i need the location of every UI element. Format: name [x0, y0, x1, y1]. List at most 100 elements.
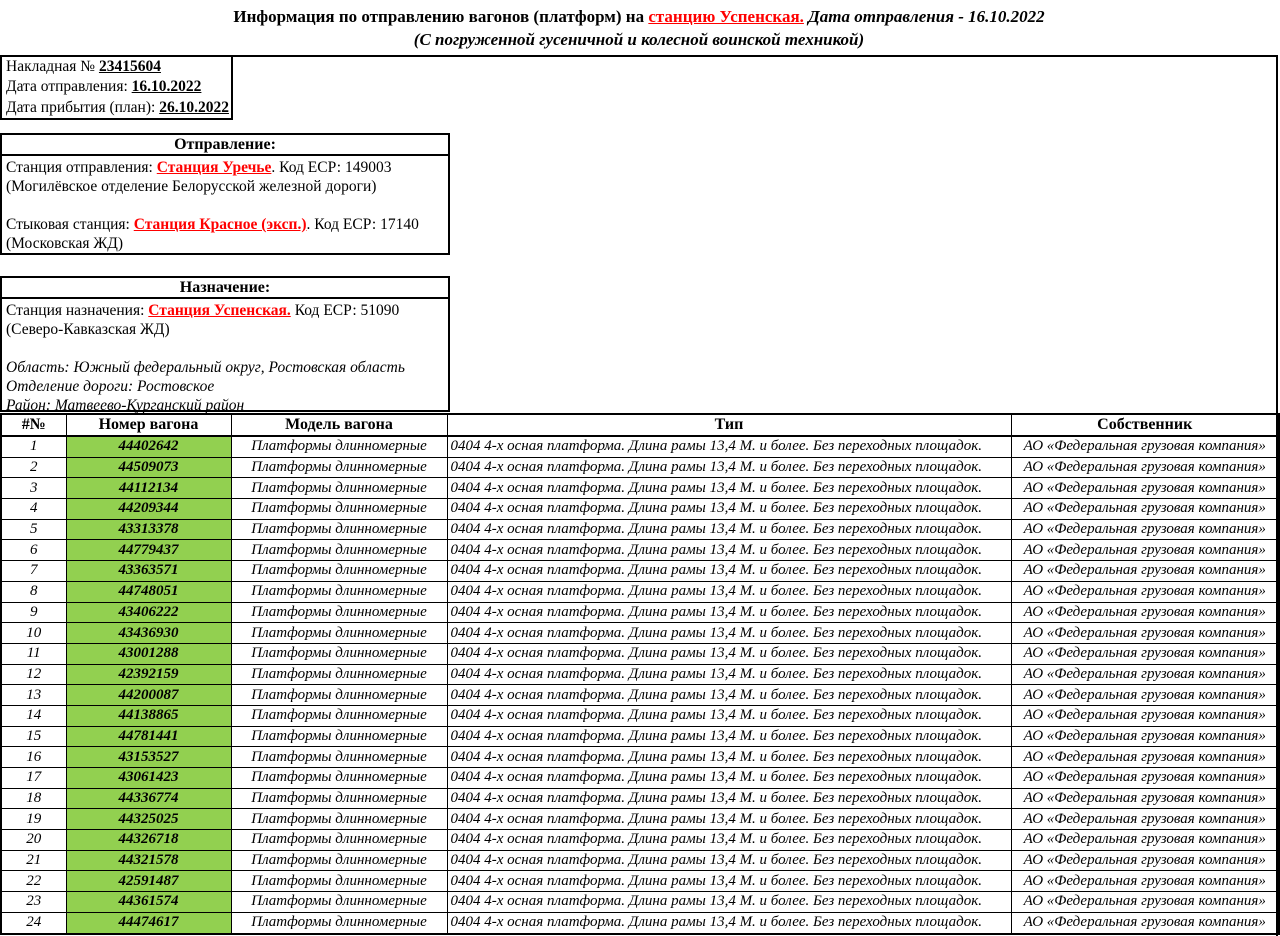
title-station-link[interactable]: станцию Успенская.	[648, 7, 804, 26]
table-row: 2044326718Платформы длинномерные0404 4-х…	[1, 830, 1279, 851]
wagon-owner-cell: АО «Федеральная грузовая компания»	[1011, 726, 1279, 747]
table-row: 244509073Платформы длинномерные0404 4-х …	[1, 457, 1279, 478]
wagon-model-cell: Платформы длинномерные	[231, 768, 447, 789]
row-index-cell: 20	[1, 830, 66, 851]
document-title-block: Информация по отправлению вагонов (платф…	[0, 0, 1278, 57]
row-index-cell: 5	[1, 519, 66, 540]
page-right-border	[1276, 57, 1278, 936]
wagon-model-cell: Платформы длинномерные	[231, 519, 447, 540]
col-header-wagon-number: Номер вагона	[66, 414, 231, 436]
title-departure-date: Дата отправления - 16.10.2022	[804, 7, 1045, 26]
col-header-owner: Собственник	[1011, 414, 1279, 436]
row-index-cell: 24	[1, 912, 66, 933]
row-index-cell: 15	[1, 726, 66, 747]
wagon-owner-cell: АО «Федеральная грузовая компания»	[1011, 788, 1279, 809]
title-text-lead: Информация по отправлению вагонов (платф…	[233, 7, 648, 26]
waybill-arrival-value: 26.10.2022	[159, 99, 229, 116]
wagon-number-cell: 44781441	[66, 726, 231, 747]
wagon-number-cell: 44321578	[66, 850, 231, 871]
wagon-table: #№ Номер вагона Модель вагона Тип Собств…	[0, 413, 1280, 935]
wagon-number-cell: 43001288	[66, 643, 231, 664]
table-row: 1643153527Платформы длинномерные0404 4-х…	[1, 747, 1279, 768]
wagon-model-cell: Платформы длинномерные	[231, 581, 447, 602]
row-index-cell: 3	[1, 478, 66, 499]
row-index-cell: 6	[1, 540, 66, 561]
wagon-owner-cell: АО «Федеральная грузовая компания»	[1011, 602, 1279, 623]
junction-station-label: Стыковая станция:	[6, 216, 134, 233]
wagon-type-cell: 0404 4-х осная платформа. Длина рамы 13,…	[447, 664, 1011, 685]
junction-station-link[interactable]: Станция Красное (эксп.)	[134, 216, 307, 233]
departure-box-header: Отправление:	[2, 135, 448, 156]
destination-division-line: Отделение дороги: Ростовское	[6, 377, 444, 396]
destination-box-body: Станция назначения: Станция Успенская. К…	[2, 299, 448, 415]
wagon-type-cell: 0404 4-х осная платформа. Длина рамы 13,…	[447, 478, 1011, 499]
wagon-type-cell: 0404 4-х осная платформа. Длина рамы 13,…	[447, 540, 1011, 561]
wagon-number-cell: 44361574	[66, 892, 231, 913]
row-index-cell: 16	[1, 747, 66, 768]
row-index-cell: 11	[1, 643, 66, 664]
wagon-model-cell: Платформы длинномерные	[231, 892, 447, 913]
wagon-number-cell: 44209344	[66, 499, 231, 520]
waybill-number-value: 23415604	[99, 58, 161, 75]
table-row: 1143001288Платформы длинномерные0404 4-х…	[1, 643, 1279, 664]
wagon-model-cell: Платформы длинномерные	[231, 664, 447, 685]
wagon-owner-cell: АО «Федеральная грузовая компания»	[1011, 830, 1279, 851]
wagon-type-cell: 0404 4-х осная платформа. Длина рамы 13,…	[447, 912, 1011, 933]
waybill-number-line: Накладная № 23415604	[6, 57, 231, 77]
wagon-type-cell: 0404 4-х осная платформа. Длина рамы 13,…	[447, 499, 1011, 520]
destination-station-link[interactable]: Станция Успенская.	[148, 302, 291, 319]
row-index-cell: 22	[1, 871, 66, 892]
title-line-2: (С погруженной гусеничной и колесной вои…	[0, 27, 1278, 50]
row-index-cell: 7	[1, 561, 66, 582]
departure-station-link[interactable]: Станция Уречье	[157, 159, 272, 176]
row-index-cell: 2	[1, 457, 66, 478]
table-row: 2242591487Платформы длинномерные0404 4-х…	[1, 871, 1279, 892]
wagon-model-cell: Платформы длинномерные	[231, 705, 447, 726]
departure-station-label: Станция отправления:	[6, 159, 157, 176]
wagon-owner-cell: АО «Федеральная грузовая компания»	[1011, 581, 1279, 602]
wagon-type-cell: 0404 4-х осная платформа. Длина рамы 13,…	[447, 892, 1011, 913]
col-header-wagon-type: Тип	[447, 414, 1011, 436]
wagon-owner-cell: АО «Федеральная грузовая компания»	[1011, 643, 1279, 664]
wagon-type-cell: 0404 4-х осная платформа. Длина рамы 13,…	[447, 623, 1011, 644]
junction-station-note: (Московская ЖД)	[6, 234, 444, 253]
wagon-number-cell: 43153527	[66, 747, 231, 768]
wagon-number-cell: 44509073	[66, 457, 231, 478]
wagon-number-cell: 44402642	[66, 436, 231, 457]
destination-station-label: Станция назначения:	[6, 302, 148, 319]
wagon-type-cell: 0404 4-х осная платформа. Длина рамы 13,…	[447, 726, 1011, 747]
wagon-owner-cell: АО «Федеральная грузовая компания»	[1011, 519, 1279, 540]
wagon-model-cell: Платформы длинномерные	[231, 478, 447, 499]
wagon-model-cell: Платформы длинномерные	[231, 726, 447, 747]
wagon-model-cell: Платформы длинномерные	[231, 436, 447, 457]
table-row: 2344361574Платформы длинномерные0404 4-х…	[1, 892, 1279, 913]
wagon-owner-cell: АО «Федеральная грузовая компания»	[1011, 561, 1279, 582]
row-index-cell: 12	[1, 664, 66, 685]
wagon-number-cell: 44326718	[66, 830, 231, 851]
departure-box: Отправление: Станция отправления: Станци…	[0, 133, 450, 255]
wagon-model-cell: Платформы длинномерные	[231, 809, 447, 830]
col-header-wagon-model: Модель вагона	[231, 414, 447, 436]
table-row: 644779437Платформы длинномерные0404 4-х …	[1, 540, 1279, 561]
wagon-type-cell: 0404 4-х осная платформа. Длина рамы 13,…	[447, 830, 1011, 851]
wagon-type-cell: 0404 4-х осная платформа. Длина рамы 13,…	[447, 809, 1011, 830]
row-index-cell: 21	[1, 850, 66, 871]
wagon-number-cell: 44138865	[66, 705, 231, 726]
departure-station-note: (Могилёвское отделение Белорусской желез…	[6, 177, 444, 196]
row-index-cell: 23	[1, 892, 66, 913]
row-index-cell: 9	[1, 602, 66, 623]
destination-box: Назначение: Станция назначения: Станция …	[0, 276, 450, 412]
row-index-cell: 8	[1, 581, 66, 602]
wagon-number-cell: 43061423	[66, 768, 231, 789]
wagon-table-body: 144402642Платформы длинномерные0404 4-х …	[1, 436, 1279, 934]
waybill-number-label: Накладная №	[6, 58, 99, 75]
spacer-line	[6, 339, 444, 358]
wagon-number-cell: 44779437	[66, 540, 231, 561]
wagon-type-cell: 0404 4-х осная платформа. Длина рамы 13,…	[447, 747, 1011, 768]
table-row: 543313378Платформы длинномерные0404 4-х …	[1, 519, 1279, 540]
table-row: 1242392159Платформы длинномерные0404 4-х…	[1, 664, 1279, 685]
wagon-owner-cell: АО «Федеральная грузовая компания»	[1011, 623, 1279, 644]
wagon-owner-cell: АО «Федеральная грузовая компания»	[1011, 768, 1279, 789]
wagon-type-cell: 0404 4-х осная платформа. Длина рамы 13,…	[447, 685, 1011, 706]
wagon-model-cell: Платформы длинномерные	[231, 912, 447, 933]
